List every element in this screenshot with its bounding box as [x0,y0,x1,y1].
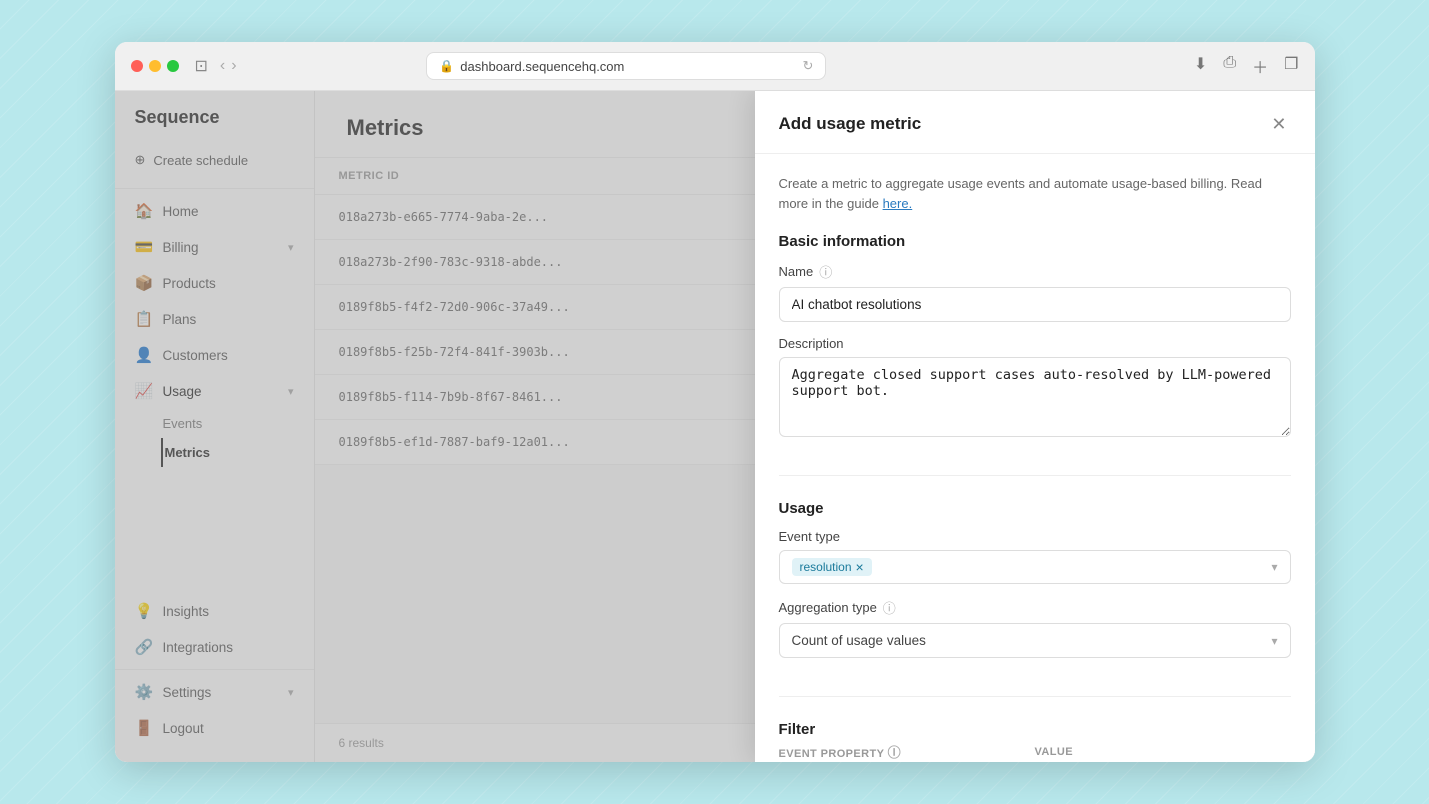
usage-title: Usage [779,500,1291,517]
event-type-label: Event type [779,529,1291,544]
drawer-subtitle: Create a metric to aggregate usage event… [779,174,1291,213]
share-icon[interactable]: ⎙ [1223,54,1236,78]
filter-section: Filter Event property ⓘ Value [779,721,1291,762]
close-drawer-button[interactable]: ✕ [1267,111,1290,137]
tabs-icon[interactable]: ❐ [1284,54,1298,78]
url-text: dashboard.sequencehq.com [460,59,624,74]
back-arrow[interactable]: ‹ [220,57,225,75]
event-type-tag: resolution × [792,558,872,576]
name-label: Name ⓘ [779,262,1291,281]
drawer-title: Add usage metric [779,114,922,134]
download-icon[interactable]: ⬇ [1194,54,1207,78]
name-input[interactable] [779,287,1291,322]
aggregation-group: Aggregation type ⓘ Count of usage values… [779,598,1291,658]
close-traffic-light[interactable] [131,60,143,72]
description-input[interactable]: Aggregate closed support cases auto-reso… [779,357,1291,437]
add-metric-drawer: Add usage metric ✕ Create a metric to ag… [755,91,1315,762]
section-divider-1 [779,475,1291,476]
minimize-traffic-light[interactable] [149,60,161,72]
event-property-info-icon[interactable]: ⓘ [888,745,901,760]
forward-arrow[interactable]: › [231,57,236,75]
tag-remove-button[interactable]: × [856,560,864,574]
browser-chrome: ⊡ ‹ › 🔒 dashboard.sequencehq.com ↻ ⬇ ⎙ ＋… [115,42,1315,91]
aggregation-info-icon[interactable]: ⓘ [883,598,896,617]
drawer-body: Create a metric to aggregate usage event… [755,154,1315,762]
aggregation-label: Aggregation type ⓘ [779,598,1291,617]
sidebar-toggle-icon[interactable]: ⊡ [195,56,208,76]
basic-info-title: Basic information [779,233,1291,250]
description-label: Description [779,336,1291,351]
description-form-group: Description Aggregate closed support cas… [779,336,1291,437]
event-type-group: Event type resolution × ▾ [779,529,1291,584]
filter-header-row: Event property ⓘ Value [779,742,1291,761]
aggregation-chevron-icon: ▾ [1271,634,1277,648]
lock-icon: 🔒 [439,59,454,73]
traffic-lights [131,60,179,72]
new-tab-icon[interactable]: ＋ [1252,54,1268,78]
event-property-col-header: Event property ⓘ [779,748,902,760]
address-bar[interactable]: 🔒 dashboard.sequencehq.com ↻ [426,52,826,80]
event-type-select[interactable]: resolution × ▾ [779,550,1291,584]
nav-arrows: ‹ › [220,57,237,75]
refresh-icon[interactable]: ↻ [802,58,813,74]
name-info-icon[interactable]: ⓘ [819,262,832,281]
aggregation-select[interactable]: Count of usage values ▾ [779,623,1291,658]
browser-actions: ⬇ ⎙ ＋ ❐ [1194,54,1299,78]
drawer-header: Add usage metric ✕ [755,91,1315,154]
name-form-group: Name ⓘ [779,262,1291,322]
app-layout: Sequence ⊕ Create schedule 🏠 Home 💳 Bill… [115,91,1315,762]
maximize-traffic-light[interactable] [167,60,179,72]
select-chevron-icon: ▾ [1271,560,1277,574]
section-divider-2 [779,696,1291,697]
guide-link[interactable]: here. [883,196,913,211]
value-col-header: Value [1035,746,1073,758]
filter-title: Filter [779,721,1291,738]
usage-section: Usage Event type resolution × ▾ [779,500,1291,672]
basic-info-section: Basic information Name ⓘ Description Agg… [779,233,1291,451]
